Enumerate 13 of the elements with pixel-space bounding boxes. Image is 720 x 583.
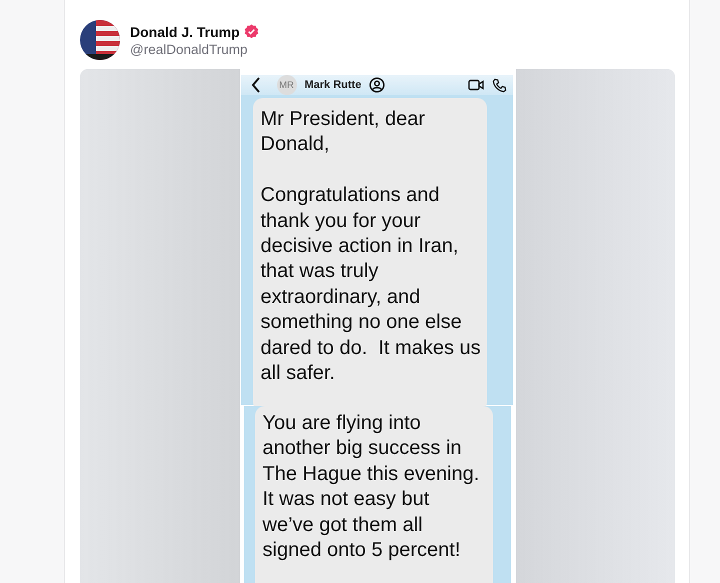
phone-icon (492, 78, 506, 92)
message-text: Mr President, dear Donald, (260, 107, 426, 158)
contact-avatar: MR (276, 75, 296, 95)
author-name[interactable]: Donald J. Trump (130, 24, 240, 40)
profile-icon (369, 77, 386, 93)
back-icon (250, 77, 260, 93)
avatar[interactable] (80, 20, 120, 60)
media-frame[interactable] (80, 69, 675, 583)
contact-name: Mark Rutte (304, 79, 362, 91)
message-text: Congratulations and thank you for your decisive action in Iran, that was truly extraordinary, and something no one else dared to do. It makes us all safer. (260, 183, 480, 386)
video-call-icon (468, 79, 484, 91)
message-text: You are flying into another big success in The Hague this evening. It was not easy but we’ve got them all signed onto 5 percent! (262, 411, 480, 564)
user-handle[interactable]: @realDonaldTrump (130, 42, 259, 56)
